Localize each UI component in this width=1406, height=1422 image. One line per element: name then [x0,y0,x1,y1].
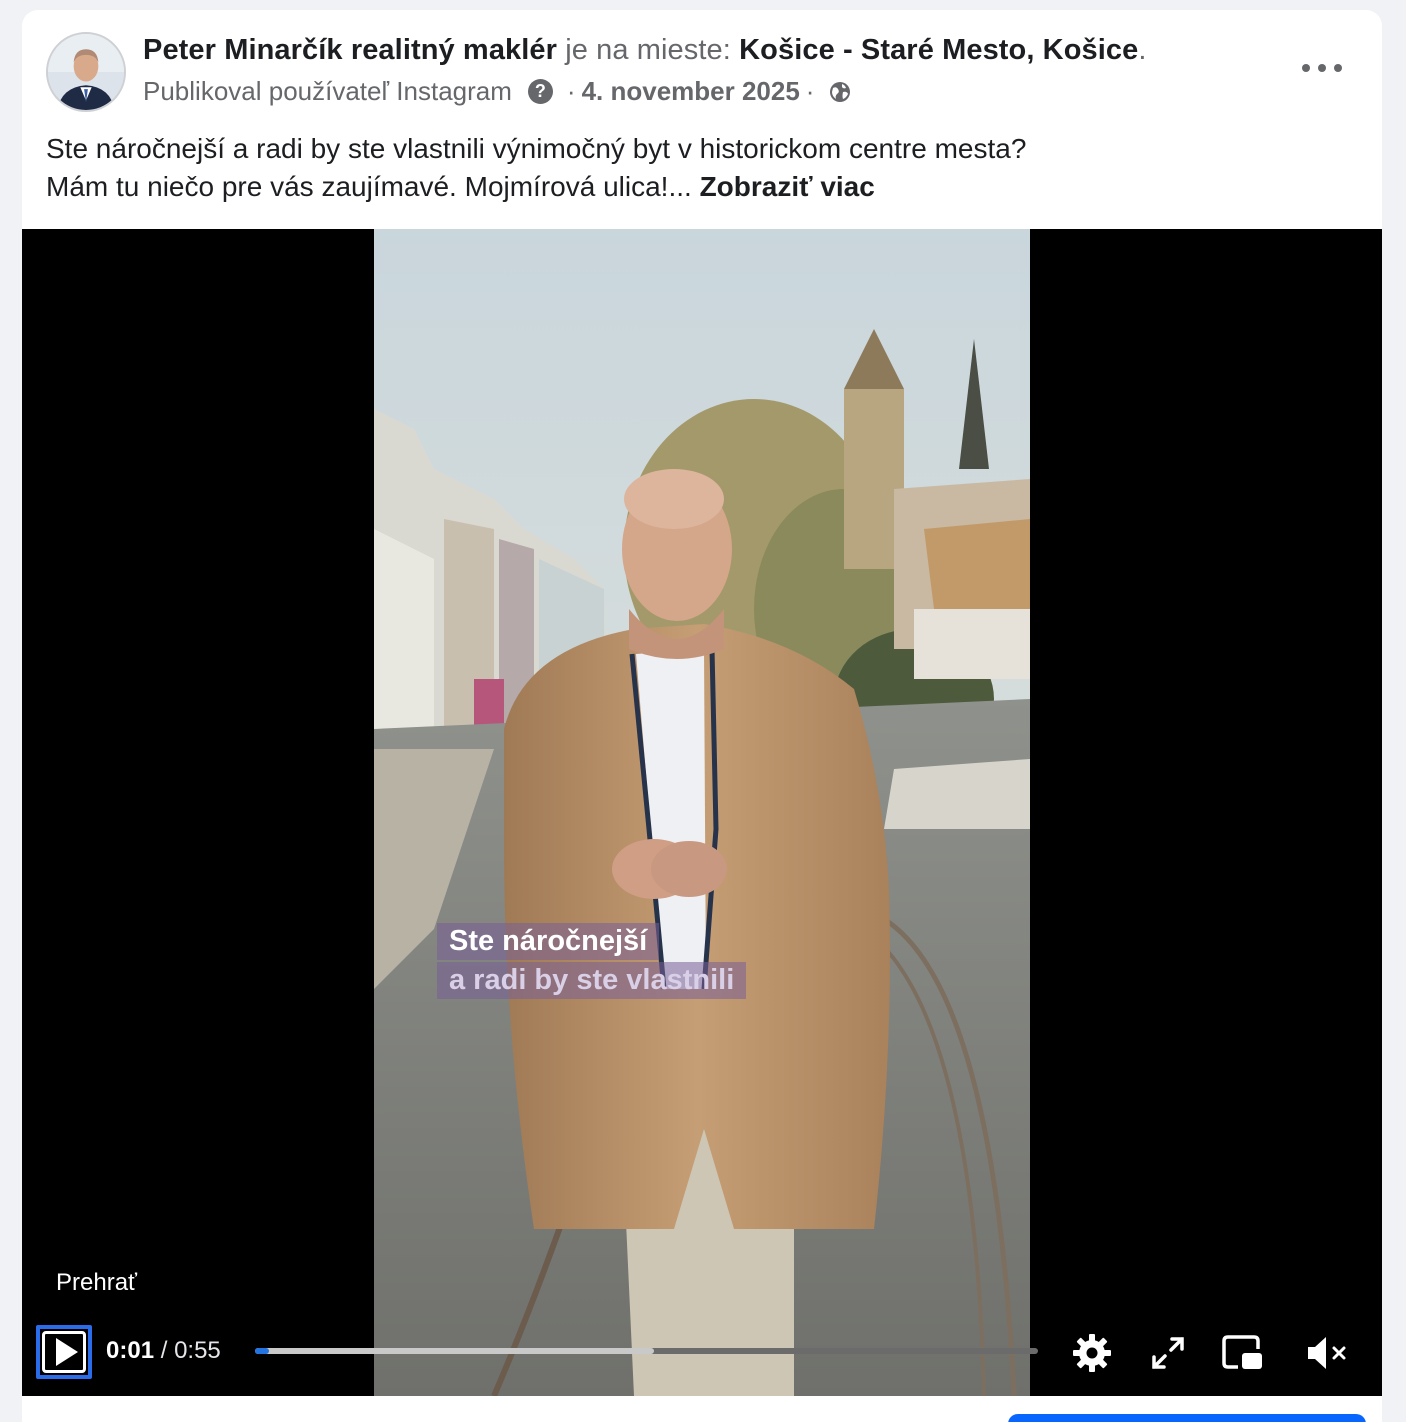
avatar[interactable] [46,32,126,112]
meta-separator: · [566,76,576,106]
total-time: 0:55 [174,1337,221,1364]
video-caption: Ste náročnejší a radi by ste vlastnili [437,923,747,999]
help-icon[interactable]: ? [527,79,553,104]
location-link[interactable]: Košice - Staré Mesto, Košice [739,34,1138,66]
time-display: 0:01 / 0:55 [106,1337,221,1365]
post-text: Ste náročnejší a radi by ste vlastnili v… [46,130,1346,206]
more-icon[interactable] [1302,54,1342,82]
video-controls: 0:01 / 0:55 [22,1323,1382,1383]
play-icon [42,1331,86,1373]
video-player[interactable]: Ste náročnejší a radi by ste vlastnili P… [22,229,1382,1396]
progress-bar[interactable] [255,1348,1038,1354]
progress-played [255,1348,269,1354]
post-text-line1: Ste náročnejší a radi by ste vlastnili v… [46,133,1027,164]
author-name[interactable]: Peter Minarčík realitný maklér [143,34,557,66]
muted-volume-icon[interactable] [1304,1331,1348,1375]
post-meta: Publikoval používateľ Instagram ? · 4. n… [143,76,852,107]
location-suffix: . [1138,34,1147,66]
video-still [374,229,1030,1396]
time-separator: / [160,1337,168,1364]
progress-buffered [255,1348,654,1354]
picture-in-picture-icon[interactable] [1220,1331,1264,1375]
caption-line1: Ste náročnejší [437,923,660,960]
gear-icon[interactable] [1070,1331,1114,1375]
expand-icon[interactable] [1146,1331,1190,1375]
play-button[interactable] [36,1325,92,1379]
avatar-portrait [48,34,124,110]
see-more-link[interactable]: Zobraziť viac [700,171,875,202]
post-text-line2: Mám tu niečo pre vás zaujímavé. Mojmírov… [46,171,692,202]
play-tooltip: Prehrať [56,1269,138,1296]
caption-line2: a radi by ste vlastnili [437,962,747,999]
post-date[interactable]: 4. november 2025 [582,76,800,107]
location-prefix: je na mieste: [565,34,731,66]
globe-icon [828,80,852,104]
current-time: 0:01 [106,1337,155,1364]
post-card: Peter Minarčík realitný maklér je na mie… [22,10,1382,1422]
post-source: Publikoval používateľ Instagram [143,76,512,106]
video-frame[interactable] [374,229,1030,1396]
post-header-title: Peter Minarčík realitný maklér je na mie… [143,34,1147,67]
call-to-action-button[interactable] [1008,1414,1366,1422]
meta-separator: · [805,76,815,106]
